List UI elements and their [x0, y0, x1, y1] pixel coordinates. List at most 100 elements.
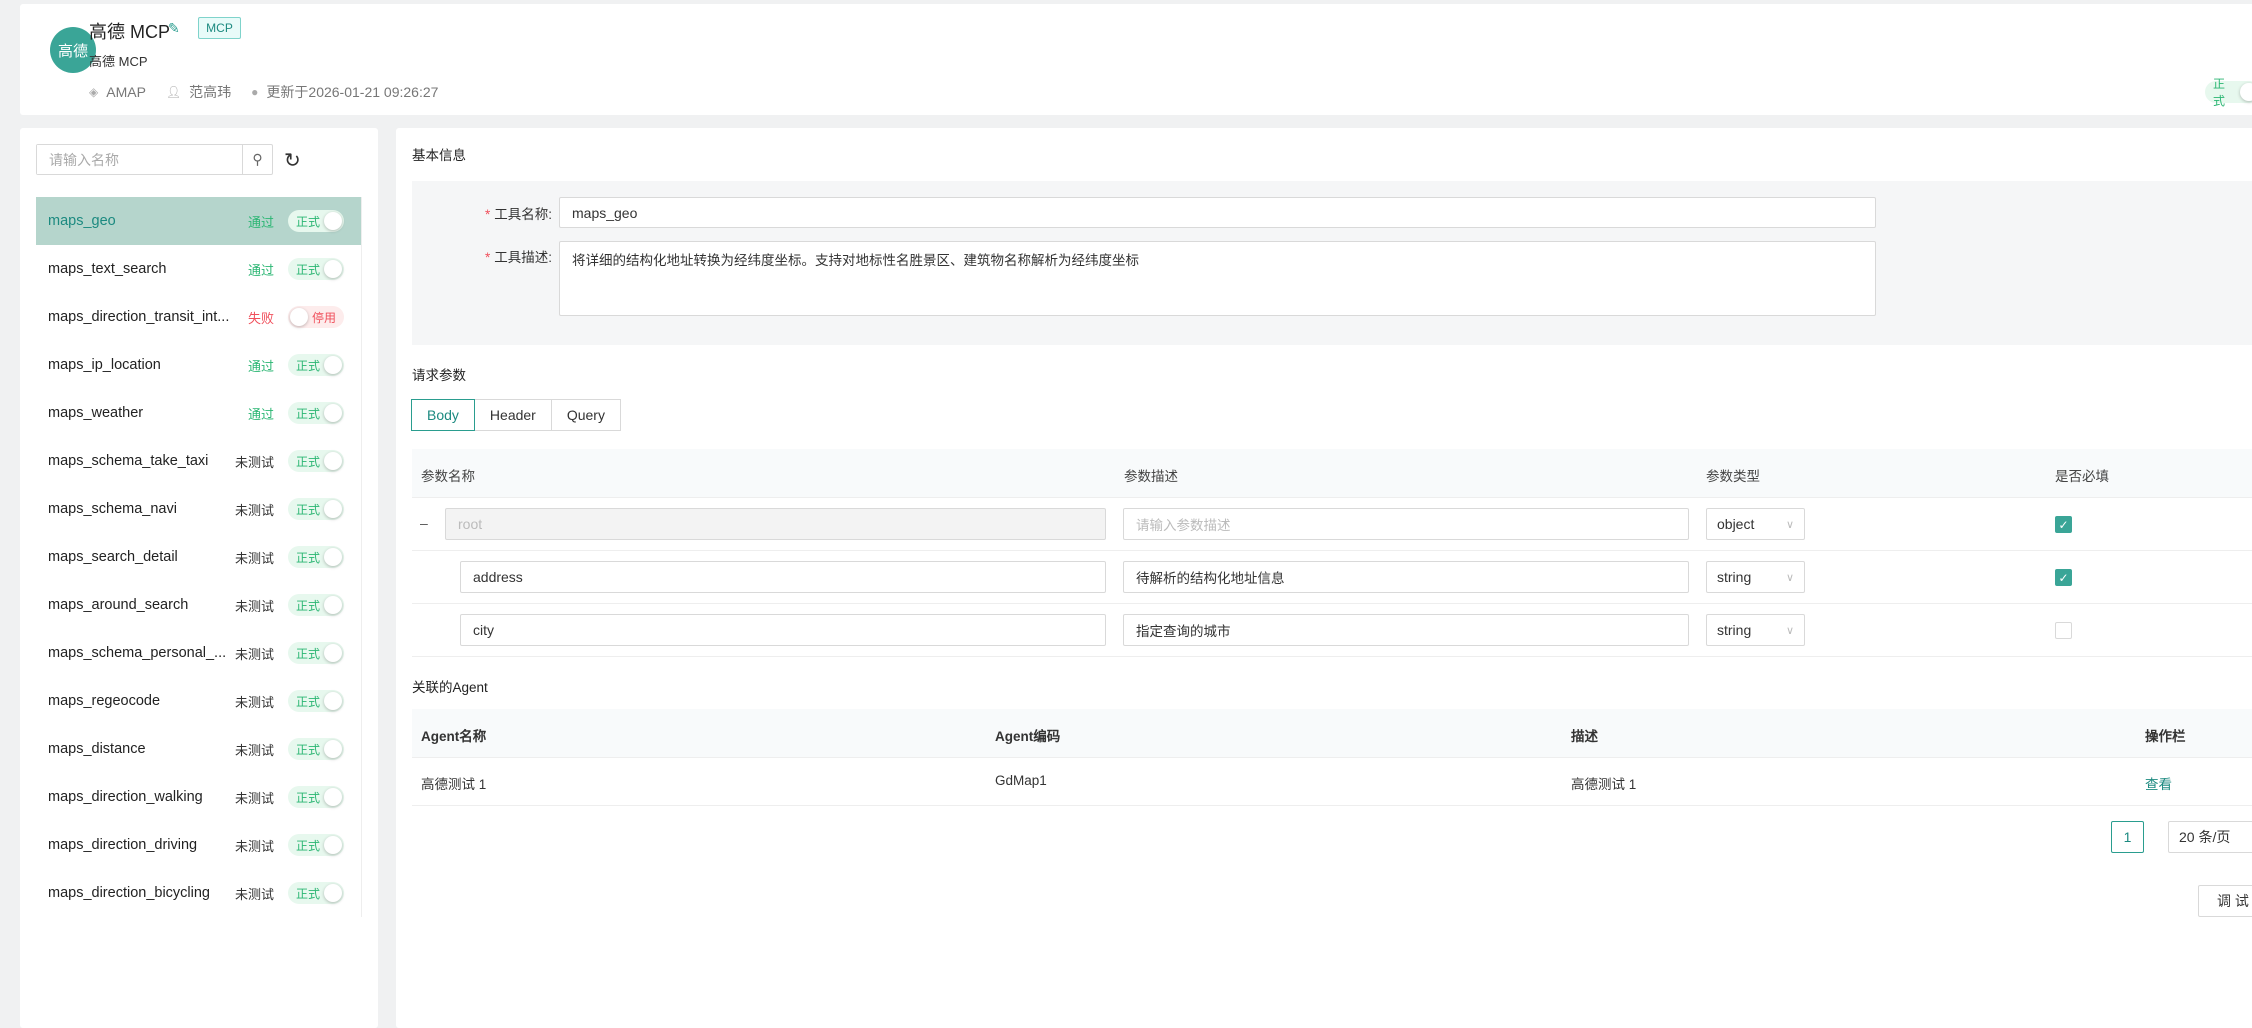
release-toggle[interactable]: 正式	[288, 450, 345, 472]
toggle-knob	[324, 788, 343, 806]
toggle-knob	[324, 452, 343, 470]
toggle-label: 正式	[296, 598, 321, 613]
collapse-icon[interactable]: –	[420, 515, 428, 531]
release-toggle[interactable]: 正式	[288, 738, 345, 760]
required-checkbox[interactable]	[2055, 622, 2072, 639]
agent-desc: 高德测试 1	[1571, 777, 1637, 792]
tool-desc-textarea[interactable]: 将详细的结构化地址转换为经纬度坐标。支持对地标性名胜景区、建筑物名称解析为经纬度…	[559, 241, 1876, 316]
search-input[interactable]	[37, 145, 242, 174]
clock-icon: ●	[251, 85, 259, 99]
refresh-icon[interactable]: ↻	[284, 148, 301, 173]
release-toggle[interactable]: 正式	[288, 882, 345, 904]
tab-query[interactable]: Query	[550, 399, 621, 431]
tab-header[interactable]: Header	[473, 399, 552, 431]
param-desc-input[interactable]: 指定查询的城市	[1123, 614, 1689, 646]
tool-name: maps_weather	[48, 405, 144, 421]
test-status: 未测试	[234, 646, 274, 662]
subtitle: 高德 MCP	[89, 54, 148, 69]
test-status: 通过	[247, 406, 274, 422]
tool-name: maps_schema_navi	[48, 501, 177, 517]
status-toggle[interactable]: 正式	[2205, 77, 2252, 108]
tool-name-input[interactable]: maps_geo	[559, 197, 1876, 228]
page-1-button[interactable]: 1	[2111, 821, 2144, 853]
release-toggle[interactable]: 正式	[288, 258, 345, 280]
sidebar-item-maps_around_search[interactable]: maps_around_search 未测试 正式	[36, 581, 361, 629]
param-type-select[interactable]: object ∨	[1706, 508, 1805, 540]
toggle-knob	[324, 836, 343, 854]
layers-icon: ◈	[89, 85, 99, 99]
edit-icon[interactable]: ✎	[168, 20, 180, 37]
param-tabs: Body Header Query	[411, 399, 621, 431]
toggle-label: 正式	[296, 550, 321, 565]
col-agent-desc: 描述	[1571, 729, 1598, 744]
test-status: 未测试	[234, 886, 274, 902]
test-status: 未测试	[234, 790, 274, 806]
param-type-select[interactable]: string ∨	[1706, 614, 1805, 646]
param-desc-input[interactable]: 待解析的结构化地址信息	[1123, 561, 1689, 593]
test-status: 未测试	[234, 838, 274, 854]
tool-name: maps_direction_bicycling	[48, 885, 210, 901]
sidebar-item-maps_regeocode[interactable]: maps_regeocode 未测试 正式	[36, 677, 361, 725]
release-toggle[interactable]: 正式	[288, 354, 345, 376]
sidebar-item-maps_schema_take_taxi[interactable]: maps_schema_take_taxi 未测试 正式	[36, 437, 361, 485]
param-row: address 待解析的结构化地址信息 string ∨ ✓	[412, 551, 2252, 604]
test-status: 未测试	[234, 742, 274, 758]
release-toggle[interactable]: 停用	[288, 306, 345, 328]
release-toggle[interactable]: 正式	[288, 402, 345, 424]
mcp-header: 高德 高德 MCP ✎ MCP 高德 MCP ◈ AMAP 👤︎ 范高玮 ● 更新于2…	[20, 4, 2252, 115]
toggle-label: 正式	[296, 454, 321, 469]
param-name-input[interactable]: city	[460, 614, 1106, 646]
toggle-label: 正式	[296, 838, 321, 853]
sidebar-item-maps_direction_walking[interactable]: maps_direction_walking 未测试 正式	[36, 773, 361, 821]
release-toggle[interactable]: 正式	[288, 690, 345, 712]
sidebar-item-maps_schema_personal_[interactable]: maps_schema_personal_... 未测试 正式	[36, 629, 361, 677]
sidebar-item-maps_geo[interactable]: maps_geo 通过 正式	[36, 197, 361, 245]
request-params-title: 请求参数	[412, 368, 466, 383]
tab-body[interactable]: Body	[411, 399, 475, 431]
tool-name: maps_direction_driving	[48, 837, 198, 853]
toggle-label: 正式	[296, 742, 321, 757]
user-icon: 👤︎	[165, 85, 182, 99]
search-button[interactable]: ⚲	[242, 145, 272, 174]
sidebar-item-maps_direction_transit_int[interactable]: maps_direction_transit_int... 失败 停用	[36, 293, 361, 341]
agent-name: 高德测试 1	[421, 777, 487, 792]
param-name-input[interactable]: address	[460, 561, 1106, 593]
toggle-label: 正式	[296, 502, 321, 517]
release-toggle[interactable]: 正式	[288, 594, 345, 616]
required-checkbox[interactable]: ✓	[2055, 569, 2072, 586]
release-toggle[interactable]: 正式	[288, 546, 345, 568]
status-toggle-label: 正式	[2213, 77, 2226, 108]
toggle-knob	[324, 596, 343, 614]
sidebar-item-maps_ip_location[interactable]: maps_ip_location 通过 正式	[36, 341, 361, 389]
toggle-label: 正式	[296, 790, 321, 805]
param-type-select[interactable]: string ∨	[1706, 561, 1805, 593]
test-status: 失败	[247, 310, 274, 326]
sidebar-item-maps_schema_navi[interactable]: maps_schema_navi 未测试 正式	[36, 485, 361, 533]
sidebar-item-maps_direction_driving[interactable]: maps_direction_driving 未测试 正式	[36, 821, 361, 869]
view-link[interactable]: 查看	[2145, 773, 2172, 793]
sidebar-item-maps_direction_bicycling[interactable]: maps_direction_bicycling 未测试 正式	[36, 869, 361, 917]
required-checkbox[interactable]: ✓	[2055, 516, 2072, 533]
test-status: 未测试	[234, 502, 274, 518]
test-status: 通过	[247, 262, 274, 278]
sidebar-item-maps_distance[interactable]: maps_distance 未测试 正式	[36, 725, 361, 773]
tool-name-label: * 工具名称:	[484, 207, 552, 222]
toggle-knob	[324, 692, 343, 710]
release-toggle[interactable]: 正式	[288, 498, 345, 520]
sidebar-item-maps_text_search[interactable]: maps_text_search 通过 正式	[36, 245, 361, 293]
tool-name: maps_direction_transit_int...	[48, 309, 230, 325]
release-toggle[interactable]: 正式	[288, 786, 345, 808]
test-status: 未测试	[234, 694, 274, 710]
param-desc-input[interactable]: 请输入参数描述	[1123, 508, 1689, 540]
debug-button[interactable]: 调 试	[2198, 885, 2252, 917]
release-toggle[interactable]: 正式	[288, 210, 345, 232]
chevron-down-icon: ∨	[1785, 571, 1794, 584]
tool-name: maps_schema_take_taxi	[48, 453, 209, 469]
release-toggle[interactable]: 正式	[288, 642, 345, 664]
param-name-input[interactable]: root	[445, 508, 1106, 540]
release-toggle[interactable]: 正式	[288, 834, 345, 856]
sidebar-item-maps_weather[interactable]: maps_weather 通过 正式	[36, 389, 361, 437]
sidebar-item-maps_search_detail[interactable]: maps_search_detail 未测试 正式	[36, 533, 361, 581]
toggle-knob	[324, 740, 343, 758]
page-size-select[interactable]: 20 条/页∨	[2168, 821, 2252, 853]
